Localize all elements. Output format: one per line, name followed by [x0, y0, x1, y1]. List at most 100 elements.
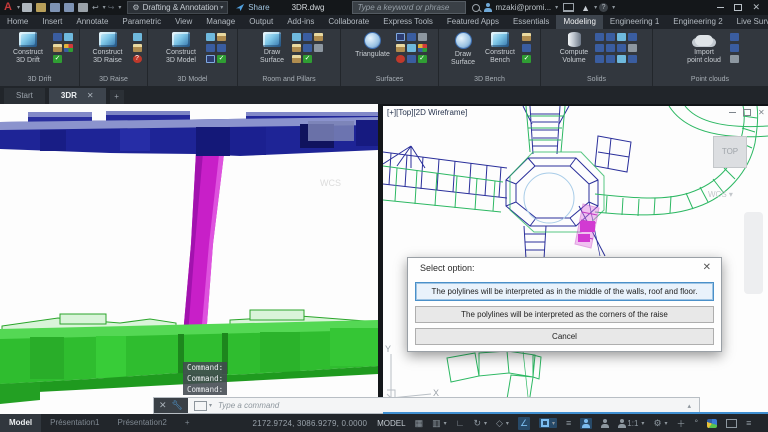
isolate-objects-icon[interactable]: ° — [695, 418, 699, 428]
panel-label[interactable]: 3D Raise — [80, 74, 147, 86]
draw-surface-button[interactable]: Draw Surface — [255, 32, 289, 65]
autodesk-logo-icon[interactable]: ▲ — [581, 3, 590, 13]
check-tool-icon[interactable]: ✓ — [303, 55, 312, 63]
annotation-autoscale-icon[interactable] — [601, 419, 609, 428]
tool-icon[interactable] — [206, 55, 215, 63]
construct-3d-drift-button[interactable]: Construct 3D Drift — [6, 32, 50, 65]
tab-live-survey[interactable]: Live Survey — [730, 15, 768, 29]
tool-icon[interactable] — [217, 33, 226, 41]
compute-volume-button[interactable]: Compute Volume — [556, 32, 592, 65]
tool-icon[interactable] — [617, 33, 626, 41]
tab-home[interactable]: Home — [0, 15, 35, 29]
model-space-button[interactable]: MODEL — [377, 419, 405, 428]
tab-engineering-2[interactable]: Engineering 2 — [666, 15, 729, 29]
tab-parametric[interactable]: Parametric — [115, 15, 168, 29]
tool-icon[interactable] — [730, 55, 739, 63]
check-tool-icon[interactable]: ✓ — [217, 55, 226, 63]
tool-icon[interactable] — [303, 44, 312, 52]
tool-icon[interactable] — [292, 55, 301, 63]
tool-icon[interactable] — [418, 33, 427, 41]
tool-icon[interactable] — [407, 55, 416, 63]
tool-icon[interactable] — [617, 55, 626, 63]
redo-caret-icon[interactable]: ▾ — [118, 4, 121, 11]
autodesk-caret-icon[interactable]: ▾ — [594, 4, 597, 11]
account-name[interactable]: mzaki@promi... — [495, 3, 551, 12]
tool-icon[interactable] — [606, 33, 615, 41]
check-tool-icon[interactable]: ✓ — [522, 55, 531, 63]
close-tab-icon[interactable]: ✕ — [87, 88, 94, 104]
tool-icon[interactable] — [407, 44, 416, 52]
viewport-controls-label[interactable]: [+][Top][2D Wireframe] — [387, 108, 467, 117]
workspace-switcher[interactable]: ⚙ Drafting & Annotation ▾ — [127, 1, 228, 14]
tool-icon[interactable] — [53, 33, 62, 41]
command-expand-icon[interactable]: ▴ — [687, 402, 691, 410]
tool-icon[interactable] — [407, 33, 416, 41]
tool-icon[interactable] — [292, 44, 301, 52]
tool-icon[interactable] — [206, 44, 215, 52]
tool-icon[interactable] — [418, 44, 427, 52]
dialog-cancel-button[interactable]: Cancel — [415, 328, 714, 345]
tool-icon[interactable] — [617, 44, 626, 52]
new-file-icon[interactable] — [22, 3, 32, 12]
navigation-bar[interactable] — [744, 212, 763, 294]
app-store-cart-icon[interactable] — [563, 3, 574, 12]
workspace-gear-icon[interactable]: ⚙▾ — [653, 418, 667, 429]
panel-label[interactable]: Solids — [541, 74, 652, 86]
undo-icon[interactable]: ↩ — [92, 3, 99, 12]
tool-icon[interactable] — [133, 44, 142, 52]
tool-icon[interactable] — [396, 33, 405, 41]
tool-icon[interactable] — [133, 33, 142, 41]
help-icon[interactable]: ? — [599, 3, 608, 12]
tool-icon[interactable] — [595, 44, 604, 52]
help-tool-icon[interactable]: ? — [133, 55, 142, 63]
restore-icon[interactable] — [743, 109, 751, 116]
minimize-icon[interactable] — [729, 112, 736, 113]
tool-icon[interactable] — [595, 55, 604, 63]
tool-icon[interactable] — [606, 44, 615, 52]
redo-icon[interactable]: ↪ — [108, 3, 115, 12]
save-as-icon[interactable] — [64, 3, 74, 12]
tool-icon[interactable] — [628, 44, 637, 52]
tab-add-ins[interactable]: Add-ins — [280, 15, 321, 29]
panel-label[interactable]: 3D Drift — [0, 74, 79, 86]
panel-label[interactable]: 3D Bench — [439, 74, 540, 86]
app-logo-icon[interactable]: A — [4, 0, 12, 15]
tab-view[interactable]: View — [168, 15, 199, 29]
new-layout-button[interactable]: + — [176, 414, 199, 432]
plot-icon[interactable] — [78, 3, 88, 12]
panel-label[interactable]: Room and Pillars — [238, 74, 340, 86]
command-input[interactable]: Type a command — [218, 401, 687, 410]
check-tool-icon[interactable]: ✓ — [53, 55, 62, 63]
construct-bench-button[interactable]: Construct Bench — [481, 32, 519, 65]
annotation-scale-control[interactable]: 1:1▾ — [618, 419, 644, 428]
tab-modeling[interactable]: Modeling — [556, 15, 602, 29]
new-tab-button[interactable]: + — [110, 90, 124, 104]
tool-icon[interactable] — [314, 33, 323, 41]
dialog-option-middle-button[interactable]: The polylines will be interpreted as in … — [415, 282, 714, 301]
tool-icon[interactable] — [64, 44, 73, 52]
tool-icon[interactable] — [522, 33, 531, 41]
grid-toggle-icon[interactable]: ▦ — [415, 418, 424, 429]
restore-icon[interactable] — [734, 4, 742, 11]
tab-output[interactable]: Output — [242, 15, 280, 29]
tool-icon[interactable] — [217, 44, 226, 52]
check-tool-icon[interactable]: ✓ — [418, 55, 427, 63]
tool-icon[interactable] — [292, 33, 301, 41]
layout-tab-presentation2[interactable]: Présentation2 — [108, 414, 175, 432]
lineweight-icon[interactable]: ≡ — [566, 418, 571, 428]
dialog-option-corners-button[interactable]: The polylines will be interpreted as the… — [415, 306, 714, 323]
tool-icon[interactable] — [730, 44, 739, 52]
close-command-icon[interactable]: ✕ — [159, 400, 167, 411]
dialog-close-icon[interactable]: ✕ — [703, 262, 711, 273]
triangulate-button[interactable]: Triangulate — [353, 32, 393, 59]
construct-3d-model-button[interactable]: Construct 3D Model — [159, 32, 203, 65]
share-button[interactable]: Share — [236, 3, 269, 12]
tab-essentials[interactable]: Essentials — [506, 15, 556, 29]
search-icon[interactable] — [472, 4, 480, 12]
draw-surface-bench-button[interactable]: Draw Surface — [448, 32, 478, 67]
annotation-visibility-icon[interactable] — [580, 418, 592, 429]
tool-icon[interactable] — [314, 44, 323, 52]
graphics-performance-icon[interactable] — [707, 419, 717, 428]
tab-express-tools[interactable]: Express Tools — [376, 15, 440, 29]
help-caret-icon[interactable]: ▾ — [612, 4, 615, 11]
